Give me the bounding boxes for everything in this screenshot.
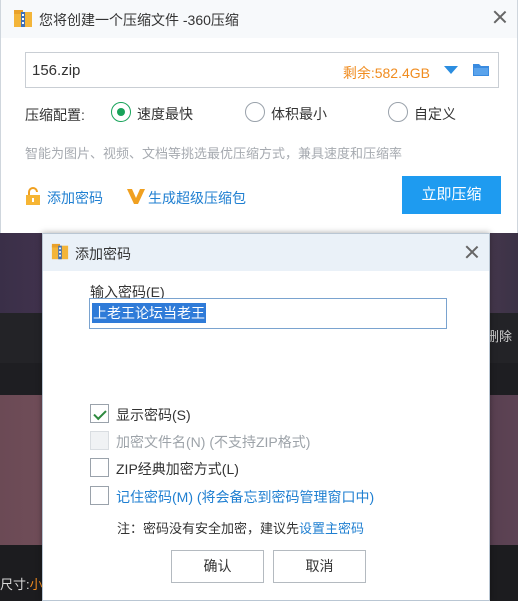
password-input[interactable]: 上老王论坛当老王 (89, 298, 447, 329)
archive-icon (14, 10, 32, 27)
compress-hint: 智能为图片、视频、文档等挑选最优压缩方式，兼具速度和压缩率 (25, 146, 403, 161)
compress-config-label: 压缩配置: (25, 107, 85, 123)
security-note: 注：密码没有安全加密，建议先设置主密码 (117, 521, 365, 536)
compress-now-button[interactable]: 立即压缩 (402, 176, 501, 214)
compress-window-title: 您将创建一个压缩文件 -360压缩 (39, 12, 239, 28)
radio-icon (388, 102, 408, 122)
close-icon[interactable] (489, 6, 511, 28)
compress-window: 您将创建一个压缩文件 -360压缩 156.zip 剩余:582.4GB 压缩配… (0, 0, 518, 233)
archive-icon (51, 243, 69, 260)
radio-checked-icon (111, 102, 131, 122)
background-size-value: 小 (29, 577, 43, 592)
set-master-password-link[interactable]: 设置主密码 (299, 521, 364, 536)
add-password-titlebar: 添加密码 (43, 234, 489, 271)
archive-path-field[interactable]: 156.zip 剩余:582.4GB (25, 52, 499, 88)
folder-icon[interactable] (472, 62, 490, 77)
compress-window-titlebar: 您将创建一个压缩文件 -360压缩 (1, 0, 517, 38)
background-size-label: 尺寸:小 (0, 577, 43, 592)
checkbox-icon (90, 486, 109, 505)
checkbox-disabled-icon (90, 431, 109, 450)
checkbox-icon (90, 458, 109, 477)
checkbox-checked-icon (90, 404, 109, 423)
password-value[interactable]: 上老王论坛当老王 (92, 303, 206, 323)
radio-icon (245, 102, 265, 122)
add-password-title: 添加密码 (75, 246, 131, 262)
cancel-button[interactable]: 取消 (273, 550, 366, 583)
add-password-dialog: 添加密码 输入密码(E) 上老王论坛当老王 显示密码(S) 加密文件名(N) (… (42, 233, 490, 601)
chevron-down-icon[interactable] (444, 66, 458, 74)
close-icon[interactable] (461, 241, 483, 263)
lock-icon (26, 187, 40, 205)
confirm-button[interactable]: 确认 (171, 550, 264, 583)
archive-file-name[interactable]: 156.zip (32, 62, 80, 79)
vip-v-icon (127, 189, 145, 204)
remaining-space-label: 剩余:582.4GB (342, 65, 430, 81)
